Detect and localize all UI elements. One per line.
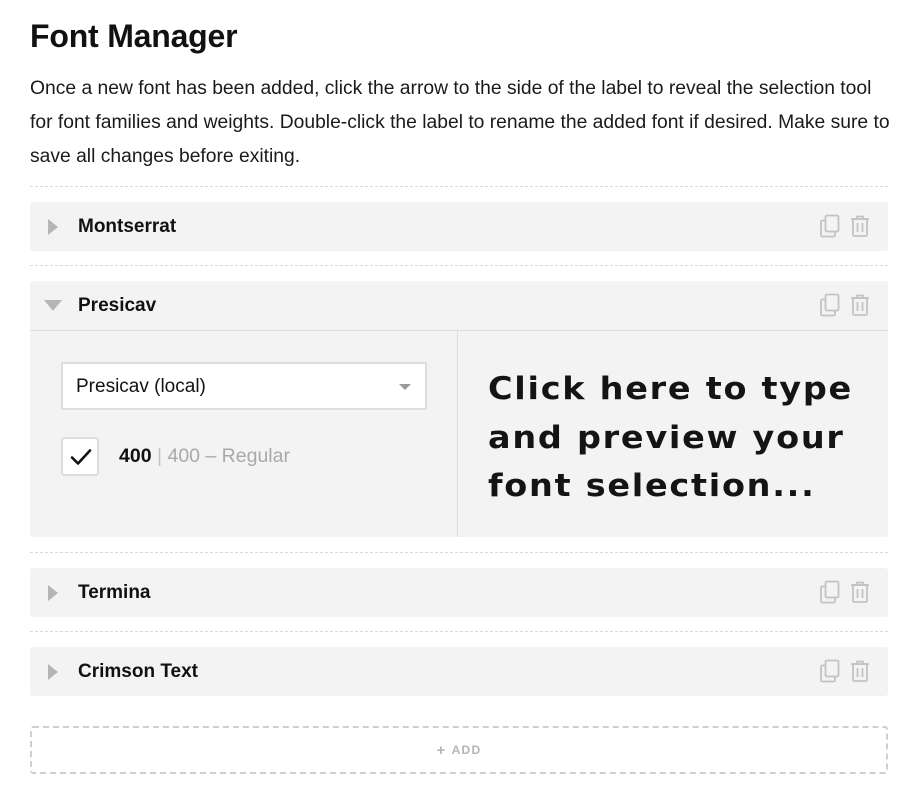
chevron-down-icon (399, 384, 411, 390)
page-title: Font Manager (30, 18, 238, 54)
caret-right-icon[interactable] (48, 664, 58, 680)
weight-separator: | (156, 445, 163, 467)
divider (30, 186, 888, 187)
checkmark-icon (70, 449, 92, 465)
weight-option[interactable]: 400 | 400 – Regular (119, 445, 290, 468)
caret-down-icon[interactable] (44, 300, 62, 311)
caret-right-icon[interactable] (48, 219, 58, 235)
trash-icon[interactable] (849, 580, 871, 604)
page-description: Once a new font has been added, click th… (30, 78, 890, 167)
font-label[interactable]: Montserrat (78, 216, 176, 238)
add-button-label: ADD (451, 743, 482, 757)
font-label[interactable]: Presicav (78, 295, 156, 317)
font-row-crimson-text[interactable]: Crimson Text (30, 647, 888, 696)
font-settings-panel: Presicav (local) 400 | 400 – Regular Cli… (30, 330, 888, 537)
divider (30, 265, 888, 266)
divider (30, 552, 888, 553)
divider (30, 631, 888, 632)
select-value: Presicav (local) (76, 376, 206, 397)
font-row-montserrat[interactable]: Montserrat (30, 202, 888, 251)
font-family-select[interactable]: Presicav (local) (61, 362, 427, 410)
caret-right-icon[interactable] (48, 585, 58, 601)
plus-icon: + (436, 742, 447, 759)
copy-icon[interactable] (819, 214, 841, 238)
trash-icon[interactable] (849, 659, 871, 683)
copy-icon[interactable] (819, 659, 841, 683)
trash-icon[interactable] (849, 293, 871, 317)
font-row-termina[interactable]: Termina (30, 568, 888, 617)
weight-checkbox[interactable] (61, 437, 99, 476)
font-preview-text[interactable]: Click here to type and preview your font… (488, 365, 911, 511)
panel-divider (457, 331, 458, 537)
font-row-presicav[interactable]: Presicav (30, 281, 888, 330)
copy-icon[interactable] (819, 580, 841, 604)
font-label[interactable]: Crimson Text (78, 661, 198, 683)
font-label[interactable]: Termina (78, 582, 151, 604)
copy-icon[interactable] (819, 293, 841, 317)
add-font-button[interactable]: + ADD (30, 726, 888, 774)
weight-description: 400 – Regular (167, 445, 290, 467)
weight-value: 400 (119, 445, 152, 467)
trash-icon[interactable] (849, 214, 871, 238)
